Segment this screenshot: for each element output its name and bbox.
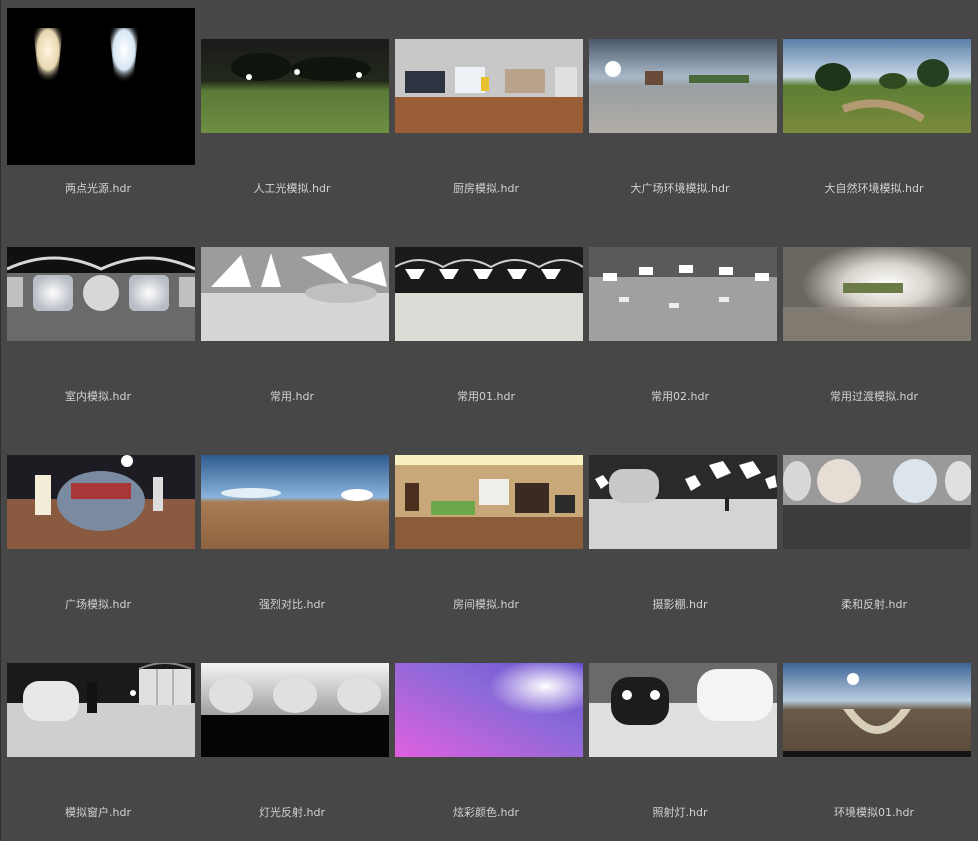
file-thumbnail[interactable] (783, 455, 971, 549)
file-name: 室内模拟.hdr (65, 390, 131, 403)
file-item[interactable]: 常用01.hdr (389, 208, 583, 416)
environment01-preview (783, 663, 971, 757)
file-thumbnail[interactable] (783, 39, 971, 133)
file-browser: 两点光源.hdr 人工光模拟.hdr 厨房模拟.hdr 大广场环境模拟.hdr … (0, 0, 978, 841)
file-name: 柔和反射.hdr (841, 598, 907, 611)
studio-preview (589, 455, 777, 549)
soft-reflection-preview (783, 455, 971, 549)
file-thumbnail[interactable] (395, 663, 583, 757)
file-item[interactable]: 摄影棚.hdr (583, 416, 777, 624)
file-item[interactable]: 模拟窗户.hdr (1, 624, 195, 832)
file-name: 摄影棚.hdr (652, 598, 708, 611)
file-name: 灯光反射.hdr (259, 806, 325, 819)
spotlight-preview (589, 663, 777, 757)
file-item[interactable]: 广场模拟.hdr (1, 416, 195, 624)
light-reflection-preview (201, 663, 389, 757)
kitchen-preview (395, 39, 583, 133)
file-thumbnail[interactable] (7, 247, 195, 341)
plaza-preview (7, 455, 195, 549)
file-item[interactable]: 常用.hdr (195, 208, 389, 416)
file-item[interactable]: 照射灯.hdr (583, 624, 777, 832)
file-name: 常用.hdr (270, 390, 314, 403)
file-name: 两点光源.hdr (65, 182, 131, 195)
simulated-window-preview (7, 663, 195, 757)
common01-preview (395, 247, 583, 341)
file-name: 常用过渡模拟.hdr (830, 390, 918, 403)
file-thumbnail[interactable] (201, 247, 389, 341)
file-item[interactable]: 炫彩颜色.hdr (389, 624, 583, 832)
file-item[interactable]: 人工光模拟.hdr (195, 0, 389, 208)
file-item[interactable]: 室内模拟.hdr (1, 208, 195, 416)
file-name: 大广场环境模拟.hdr (630, 182, 730, 195)
file-item[interactable]: 强烈对比.hdr (195, 416, 389, 624)
file-item[interactable]: 灯光反射.hdr (195, 624, 389, 832)
file-thumbnail[interactable] (589, 247, 777, 341)
file-item[interactable]: 大自然环境模拟.hdr (777, 0, 971, 208)
file-name: 大自然环境模拟.hdr (824, 182, 924, 195)
common-transition-preview (783, 247, 971, 341)
artificial-light-preview (201, 39, 389, 133)
file-name: 常用02.hdr (651, 390, 709, 403)
dazzling-color-preview (395, 663, 583, 757)
file-thumbnail[interactable] (783, 247, 971, 341)
two-point-light-preview (7, 8, 195, 165)
file-name: 强烈对比.hdr (259, 598, 325, 611)
room-preview (395, 455, 583, 549)
file-thumbnail[interactable] (395, 39, 583, 133)
file-thumbnail[interactable] (7, 663, 195, 757)
file-thumbnail[interactable] (7, 8, 195, 165)
strong-contrast-preview (201, 455, 389, 549)
indoor-preview (7, 247, 195, 341)
file-thumbnail[interactable] (395, 455, 583, 549)
file-name: 厨房模拟.hdr (453, 182, 519, 195)
file-thumbnail[interactable] (201, 663, 389, 757)
file-item[interactable]: 大广场环境模拟.hdr (583, 0, 777, 208)
thumbnail-grid: 两点光源.hdr 人工光模拟.hdr 厨房模拟.hdr 大广场环境模拟.hdr … (1, 0, 978, 841)
file-name: 照射灯.hdr (652, 806, 708, 819)
square-environment-preview (589, 39, 777, 133)
common-preview (201, 247, 389, 341)
file-name: 广场模拟.hdr (65, 598, 131, 611)
file-name: 人工光模拟.hdr (253, 182, 331, 195)
file-thumbnail[interactable] (201, 39, 389, 133)
file-thumbnail[interactable] (589, 39, 777, 133)
file-name: 模拟窗户.hdr (65, 806, 131, 819)
file-item[interactable]: 柔和反射.hdr (777, 416, 971, 624)
file-thumbnail[interactable] (783, 663, 971, 757)
file-thumbnail[interactable] (589, 455, 777, 549)
file-thumbnail[interactable] (201, 455, 389, 549)
file-item[interactable]: 房间模拟.hdr (389, 416, 583, 624)
file-item[interactable]: 环境模拟01.hdr (777, 624, 971, 832)
nature-environment-preview (783, 39, 971, 133)
file-thumbnail[interactable] (589, 663, 777, 757)
file-name: 炫彩颜色.hdr (453, 806, 519, 819)
file-name: 环境模拟01.hdr (834, 806, 914, 819)
file-item[interactable]: 厨房模拟.hdr (389, 0, 583, 208)
file-name: 房间模拟.hdr (453, 598, 519, 611)
file-item[interactable]: 两点光源.hdr (1, 0, 195, 208)
file-name: 常用01.hdr (457, 390, 515, 403)
file-thumbnail[interactable] (7, 455, 195, 549)
file-thumbnail[interactable] (395, 247, 583, 341)
file-item[interactable]: 常用02.hdr (583, 208, 777, 416)
common02-preview (589, 247, 777, 341)
file-item[interactable]: 常用过渡模拟.hdr (777, 208, 971, 416)
